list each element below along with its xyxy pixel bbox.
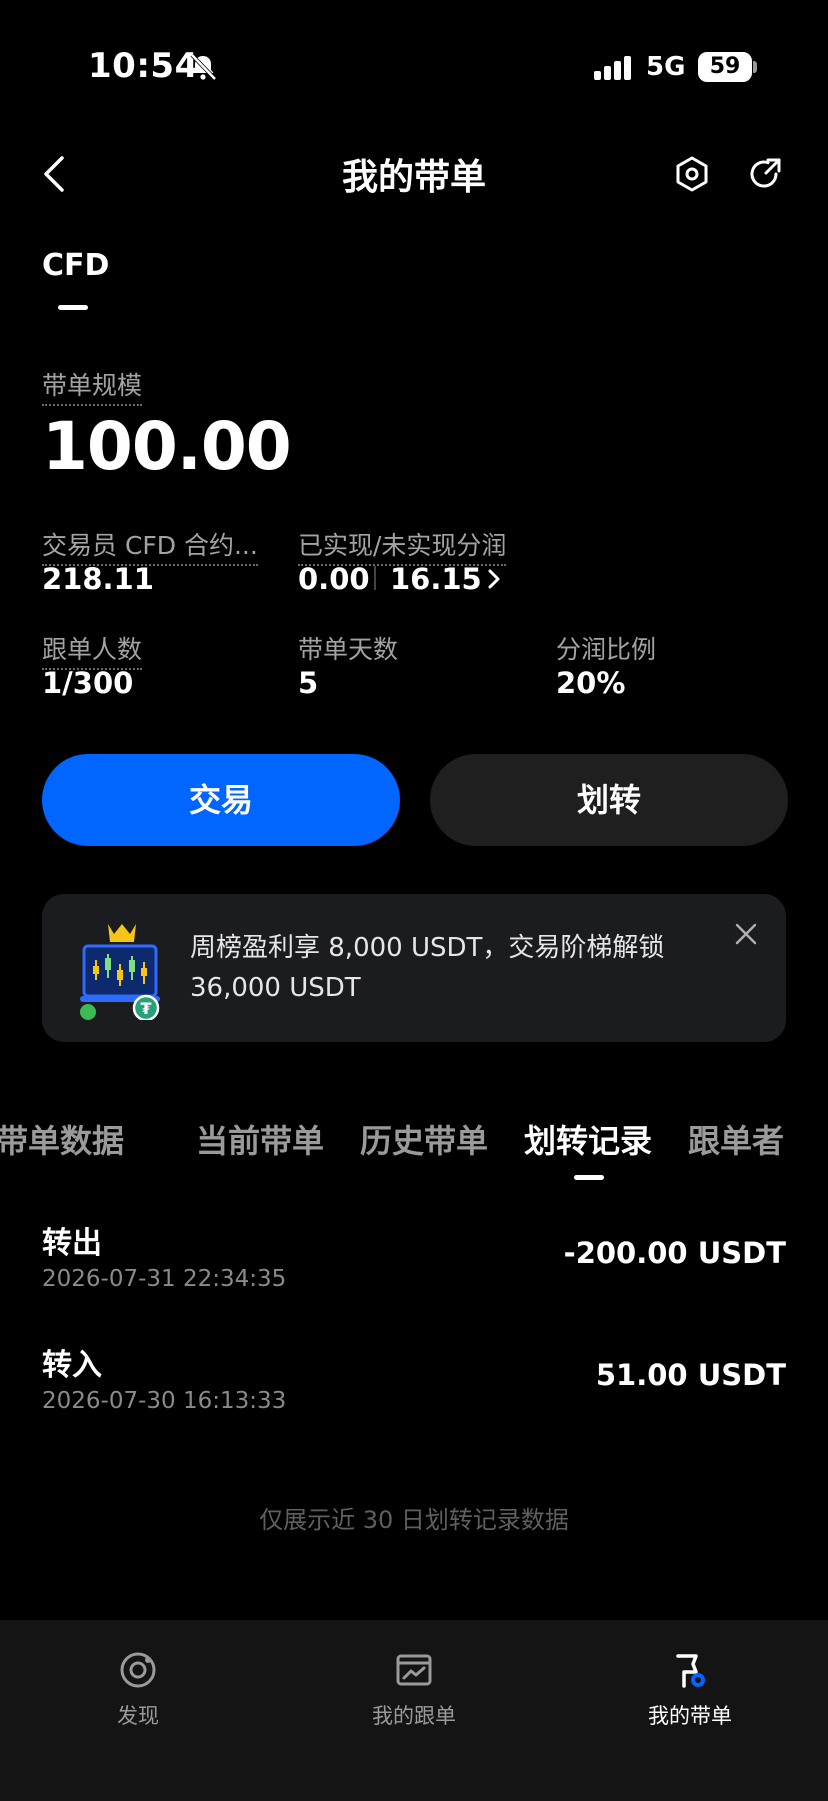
transfer-record-row: 转入 2026-07-30 16:13:33 51.00 USDT bbox=[0, 1340, 828, 1450]
pnl-separator bbox=[374, 566, 376, 590]
trader-contract-value: 218.11 bbox=[42, 562, 154, 596]
tab-active-indicator bbox=[58, 305, 88, 310]
status-time: 10:54 bbox=[88, 46, 199, 86]
battery-indicator: 59 bbox=[698, 52, 752, 82]
trading-chart-crown-icon: ₮ bbox=[80, 924, 160, 1020]
close-icon[interactable] bbox=[734, 922, 758, 946]
bottom-nav-discover[interactable]: 发现 bbox=[38, 1650, 238, 1730]
record-tabs: 带单数据 当前带单 历史带单 划转记录 跟单者 bbox=[0, 1110, 828, 1170]
scale-label[interactable]: 带单规模 bbox=[42, 366, 143, 406]
tab-followers[interactable]: 跟单者 bbox=[688, 1116, 784, 1162]
chevron-right-icon[interactable] bbox=[486, 566, 502, 592]
bottom-nav-label: 发现 bbox=[117, 1704, 159, 1728]
pnl-label[interactable]: 已实现/未实现分润 bbox=[298, 526, 507, 566]
tab-cfd[interactable]: CFD bbox=[42, 248, 109, 283]
share-ratio-label: 分润比例 bbox=[556, 635, 657, 664]
realized-pnl-value[interactable]: 0.00 bbox=[298, 562, 370, 596]
bottom-nav: 发现 我的跟单 我的带单 bbox=[0, 1620, 828, 1801]
network-label: 5G bbox=[646, 52, 686, 82]
scale-value: 100.00 bbox=[42, 408, 292, 485]
chart-window-icon bbox=[396, 1654, 432, 1686]
bottom-nav-my-follow[interactable]: 我的跟单 bbox=[314, 1650, 514, 1730]
discover-icon bbox=[120, 1652, 156, 1688]
tab-history-orders[interactable]: 历史带单 bbox=[360, 1116, 488, 1162]
record-type: 转出 bbox=[42, 1226, 102, 1261]
subtab-active-indicator bbox=[574, 1175, 604, 1180]
share-icon[interactable] bbox=[748, 156, 784, 192]
days-label: 带单天数 bbox=[298, 635, 399, 664]
unrealized-pnl-value[interactable]: 16.15 bbox=[390, 562, 482, 596]
battery-tip bbox=[753, 61, 757, 73]
settings-hexagon-icon[interactable] bbox=[674, 156, 710, 192]
bell-muted-icon bbox=[190, 53, 217, 81]
followers-value: 1/300 bbox=[42, 666, 134, 700]
trader-contract-label[interactable]: 交易员 CFD 合约... bbox=[42, 526, 258, 566]
records-footnote: 仅展示近 30 日划转记录数据 bbox=[259, 1506, 569, 1534]
tab-copy-data[interactable]: 带单数据 bbox=[0, 1116, 124, 1162]
record-time: 2026-07-31 22:34:35 bbox=[42, 1266, 287, 1292]
trade-button[interactable]: 交易 bbox=[42, 754, 400, 846]
days-value: 5 bbox=[298, 666, 319, 700]
promo-text: 周榜盈利享 8,000 USDT，交易阶梯解锁 36,000 USDT bbox=[190, 933, 665, 1003]
record-time: 2026-07-30 16:13:33 bbox=[42, 1388, 287, 1414]
signal-icon bbox=[594, 56, 631, 80]
tab-transfer-records[interactable]: 划转记录 bbox=[524, 1116, 652, 1162]
transfer-button[interactable]: 划转 bbox=[430, 754, 788, 846]
flag-badge-icon bbox=[676, 1654, 705, 1688]
share-ratio-value: 20% bbox=[556, 666, 626, 700]
record-type: 转入 bbox=[42, 1348, 102, 1383]
record-amount: -200.00 USDT bbox=[563, 1236, 786, 1270]
bottom-nav-my-lead[interactable]: 我的带单 bbox=[590, 1650, 790, 1730]
record-amount: 51.00 USDT bbox=[595, 1358, 786, 1392]
followers-label[interactable]: 跟单人数 bbox=[42, 630, 143, 670]
status-bar: 10:54 5G 59 bbox=[0, 0, 828, 130]
transfer-record-row: 转出 2026-07-31 22:34:35 -200.00 USDT bbox=[0, 1218, 828, 1328]
tab-current-orders[interactable]: 当前带单 bbox=[196, 1116, 324, 1162]
bottom-nav-label: 我的带单 bbox=[648, 1704, 732, 1728]
svg-text:₮: ₮ bbox=[140, 999, 151, 1018]
promo-banner[interactable]: ₮ 周榜盈利享 8,000 USDT，交易阶梯解锁 36,000 USDT bbox=[42, 894, 786, 1042]
bottom-nav-label: 我的跟单 bbox=[372, 1704, 456, 1728]
